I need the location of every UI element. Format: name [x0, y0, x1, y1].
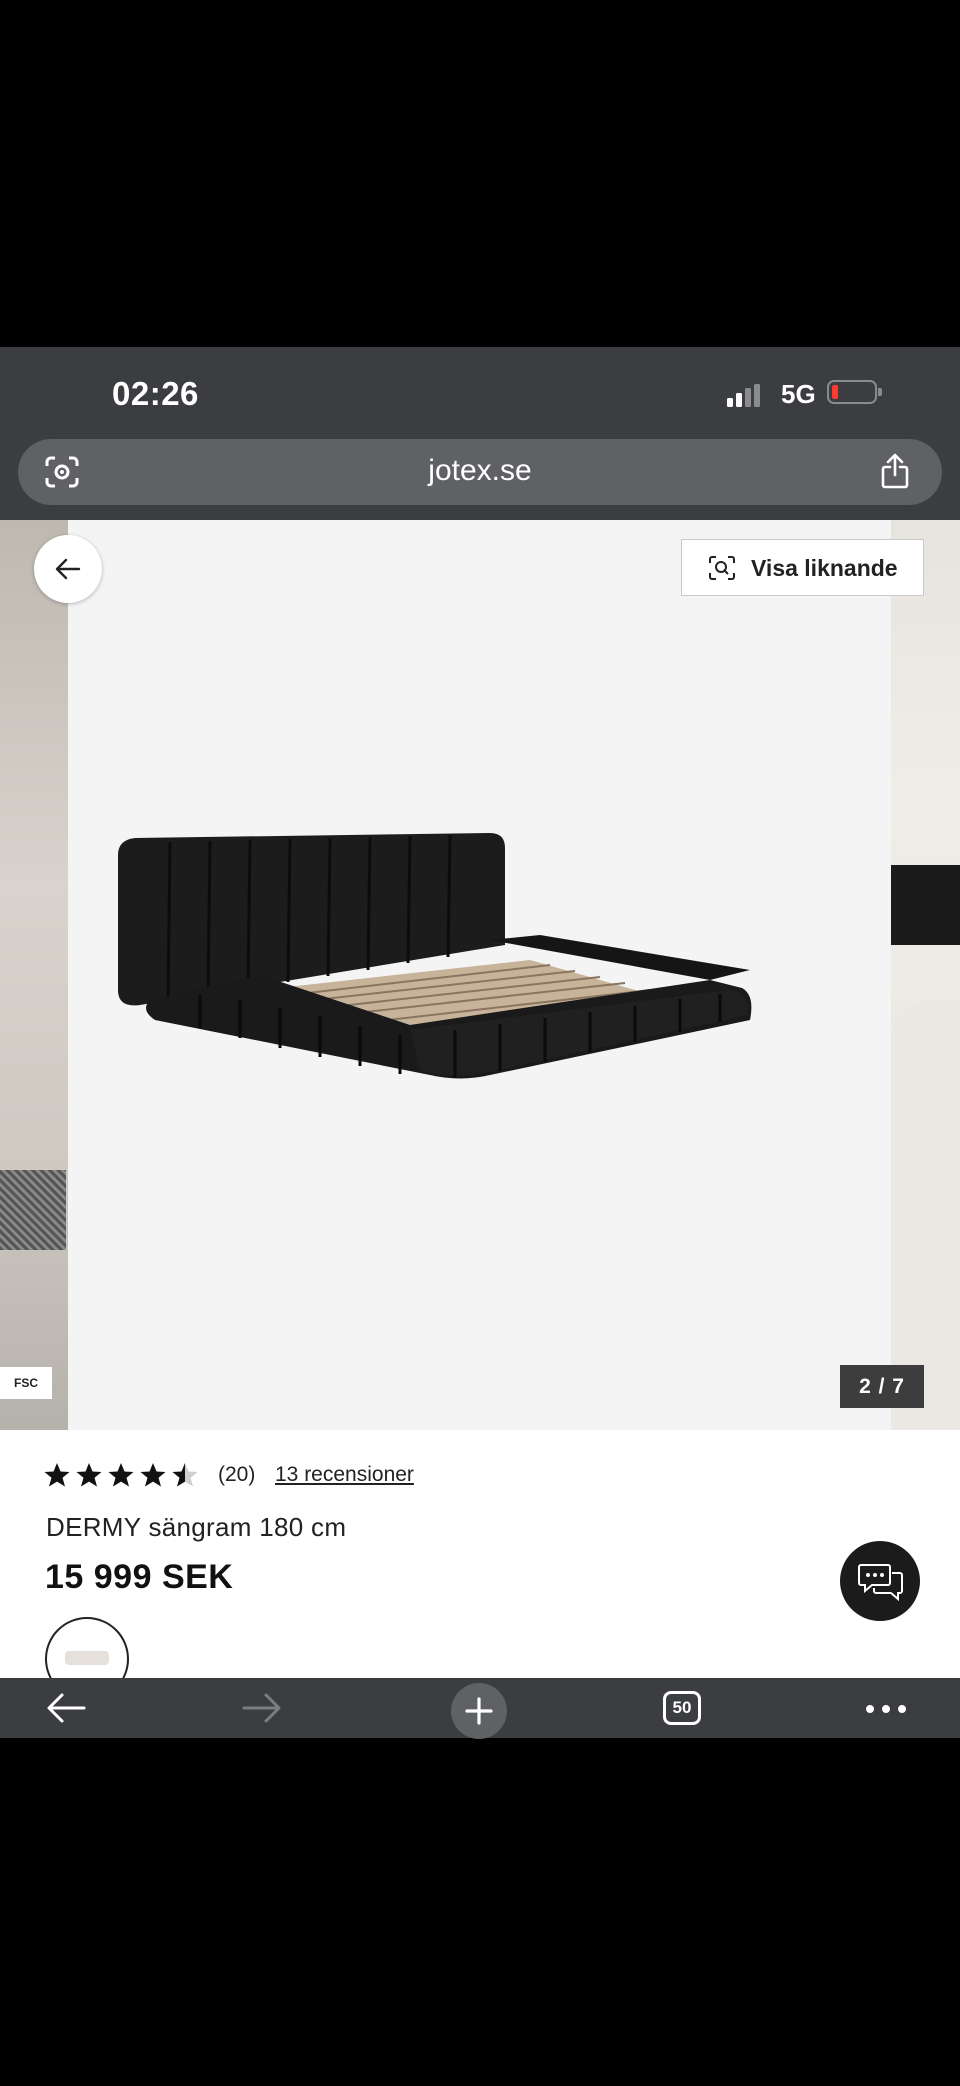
- product-title: DERMY sängram 180 cm: [46, 1512, 347, 1542]
- rating-count: (20): [218, 1463, 256, 1486]
- signal-icon: [727, 384, 760, 407]
- plus-icon: [465, 1697, 493, 1725]
- arrow-left-icon: [55, 558, 81, 580]
- chat-icon: [858, 1564, 903, 1601]
- star-full-icon: [140, 1463, 166, 1487]
- star-full-icon: [44, 1463, 70, 1487]
- bed-product-image: [118, 833, 752, 1079]
- fsc-badge: FSC: [0, 1367, 52, 1399]
- product-price: 15 999 SEK: [45, 1558, 234, 1596]
- status-time: 02:26: [112, 375, 199, 412]
- next-slide-preview[interactable]: [891, 520, 960, 1430]
- chat-button[interactable]: [840, 1541, 920, 1621]
- url-text[interactable]: jotex.se: [18, 454, 942, 488]
- battery-icon: [827, 380, 882, 404]
- status-bar: 02:26 5G: [0, 347, 960, 439]
- product-gallery[interactable]: Visa liknande FSC 2 / 7: [0, 520, 960, 1430]
- more-icon[interactable]: [865, 1704, 907, 1714]
- visa-liknande-label: Visa liknande: [751, 555, 898, 581]
- browser-back-icon[interactable]: [46, 1692, 86, 1724]
- star-full-icon: [108, 1463, 134, 1487]
- browser-forward-icon[interactable]: [242, 1692, 282, 1724]
- slide-counter: 2 / 7: [840, 1365, 924, 1408]
- star-full-icon: [76, 1463, 102, 1487]
- visa-liknande-button[interactable]: Visa liknande: [681, 539, 924, 596]
- network-label: 5G: [781, 379, 816, 409]
- url-bar-area: jotex.se: [0, 439, 960, 520]
- previous-slide-preview[interactable]: [0, 520, 68, 1430]
- rating-stars: [44, 1463, 198, 1487]
- share-icon[interactable]: [880, 452, 910, 490]
- browser-toolbar: 50: [0, 1678, 960, 1739]
- new-tab-button[interactable]: [451, 1683, 507, 1739]
- visual-search-icon: [709, 556, 735, 580]
- address-bar[interactable]: jotex.se: [18, 439, 942, 505]
- product-info: (20) 13 recensioner DERMY sängram 180 cm…: [0, 1430, 960, 1701]
- tabs-button[interactable]: 50: [663, 1691, 701, 1725]
- back-button[interactable]: [34, 535, 102, 603]
- reviews-link[interactable]: 13 recensioner: [275, 1463, 414, 1487]
